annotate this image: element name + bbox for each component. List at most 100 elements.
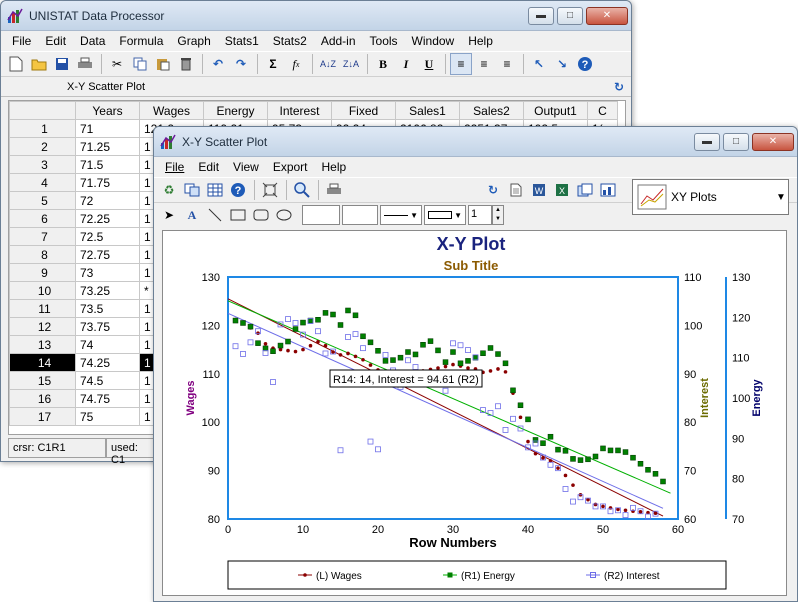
undo-icon[interactable]: ↶ (207, 53, 229, 75)
menu-help[interactable]: Help (315, 160, 354, 174)
line-width-dropdown[interactable]: ▼ (424, 205, 466, 225)
column-header[interactable]: Years (75, 101, 140, 120)
column-header[interactable]: Output1 (523, 101, 588, 120)
column-header[interactable]: Sales1 (395, 101, 460, 120)
minimize-button[interactable]: ▬ (528, 6, 554, 25)
menu-graph[interactable]: Graph (170, 34, 217, 48)
align-right-icon[interactable]: ≡ (496, 53, 518, 75)
paste-icon[interactable] (152, 53, 174, 75)
row-header[interactable]: 2 (9, 137, 76, 156)
table-cell[interactable]: 74.25 (75, 353, 140, 372)
row-header[interactable]: 8 (9, 245, 76, 264)
maximize-button[interactable]: □ (557, 6, 583, 25)
row-header[interactable]: 3 (9, 155, 76, 174)
menu-tools[interactable]: Tools (363, 34, 405, 48)
column-header[interactable]: Fixed (331, 101, 396, 120)
sum-icon[interactable]: Σ (262, 53, 284, 75)
column-header[interactable]: Interest (267, 101, 332, 120)
menu-help[interactable]: Help (461, 34, 500, 48)
table-cell[interactable]: 71.5 (75, 155, 140, 174)
menu-export[interactable]: Export (266, 160, 315, 174)
menu-stats1[interactable]: Stats1 (218, 34, 266, 48)
line-tool-icon[interactable] (204, 204, 226, 226)
table-cell[interactable]: 74.5 (75, 371, 140, 390)
column-header[interactable]: Sales2 (459, 101, 524, 120)
menu-add-in[interactable]: Add-in (314, 34, 363, 48)
chart-area[interactable]: X-Y Plot Sub Title 0 10 20 30 40 50 60 80 90 100 1… (162, 230, 787, 596)
table-cell[interactable]: 71.75 (75, 173, 140, 192)
menu-file[interactable]: File (5, 34, 38, 48)
row-header[interactable]: 12 (9, 317, 76, 336)
cut-icon[interactable]: ✂ (106, 53, 128, 75)
underline-icon[interactable]: U (418, 53, 440, 75)
rectangle-tool-icon[interactable] (227, 204, 249, 226)
data-processor-titlebar[interactable]: UNISTAT Data Processor ▬ □ ✕ (1, 1, 631, 31)
zoom-icon[interactable] (291, 179, 313, 201)
help-icon[interactable]: ? (574, 53, 596, 75)
redo-icon[interactable]: ↷ (230, 53, 252, 75)
italic-icon[interactable]: I (395, 53, 417, 75)
arrow-down-right-icon[interactable]: ↘ (551, 53, 573, 75)
menu-view[interactable]: View (226, 160, 266, 174)
menu-edit[interactable]: Edit (191, 160, 226, 174)
copy-icon[interactable] (129, 53, 151, 75)
row-header[interactable]: 11 (9, 299, 76, 318)
print-icon[interactable] (323, 179, 345, 201)
row-header[interactable]: 16 (9, 389, 76, 408)
spin-buttons[interactable]: ▲ ▼ (492, 205, 504, 225)
print-icon[interactable] (74, 53, 96, 75)
export-word-icon[interactable]: W (528, 179, 550, 201)
row-header[interactable]: 1 (9, 119, 76, 138)
export-image-icon[interactable] (574, 179, 596, 201)
table-cell[interactable]: 73 (75, 263, 140, 282)
xy-scatter-chart[interactable]: X-Y Plot Sub Title 0 10 20 30 40 50 6080901001… (163, 231, 786, 595)
arrow-up-left-icon[interactable]: ↖ (528, 53, 550, 75)
row-header[interactable]: 4 (9, 173, 76, 192)
menu-window[interactable]: Window (405, 34, 462, 48)
column-header[interactable]: Energy (203, 101, 268, 120)
fill-color-box[interactable] (302, 205, 340, 225)
rounded-rectangle-tool-icon[interactable] (250, 204, 272, 226)
export-text-icon[interactable] (505, 179, 527, 201)
row-header[interactable]: 10 (9, 281, 76, 300)
close-button[interactable]: ✕ (586, 6, 628, 25)
plot-type-select[interactable]: XY Plots ▼ (632, 179, 789, 215)
column-header[interactable]: Wages (139, 101, 204, 120)
align-left-icon[interactable]: ≡ (450, 53, 472, 75)
line-style-dropdown[interactable]: ▼ (380, 205, 422, 225)
table-cell[interactable]: 75 (75, 407, 140, 426)
help-icon[interactable]: ? (227, 179, 249, 201)
table-cell[interactable]: 72 (75, 191, 140, 210)
refresh-icon[interactable]: ↻ (608, 76, 630, 98)
row-header[interactable]: 9 (9, 263, 76, 282)
table-cell[interactable]: 74.75 (75, 389, 140, 408)
redraw-icon[interactable]: ↻ (482, 179, 504, 201)
spin-input[interactable]: 1 (468, 205, 492, 225)
align-center-icon[interactable]: ≡ (473, 53, 495, 75)
corner-cell[interactable] (9, 101, 76, 120)
pointer-icon[interactable]: ➤ (158, 204, 180, 226)
function-icon[interactable]: fx (285, 53, 307, 75)
copy-chart-icon[interactable] (181, 179, 203, 201)
minimize-button[interactable]: ▬ (694, 132, 720, 151)
table-cell[interactable]: 72.25 (75, 209, 140, 228)
text-tool-icon[interactable]: A (181, 204, 203, 226)
scatter-plot-titlebar[interactable]: X-Y Scatter Plot ▬ □ ✕ (154, 127, 797, 157)
export-chart-icon[interactable] (597, 179, 619, 201)
delete-icon[interactable] (175, 53, 197, 75)
ellipse-tool-icon[interactable] (273, 204, 295, 226)
new-file-icon[interactable] (5, 53, 27, 75)
maximize-button[interactable]: □ (723, 132, 749, 151)
chevron-down-icon[interactable]: ▼ (774, 192, 788, 203)
table-cell[interactable]: 72.75 (75, 245, 140, 264)
row-header[interactable]: 5 (9, 191, 76, 210)
open-folder-icon[interactable] (28, 53, 50, 75)
column-header[interactable]: C (587, 101, 618, 120)
export-excel-icon[interactable]: X (551, 179, 573, 201)
bold-icon[interactable]: B (372, 53, 394, 75)
table-cell[interactable]: 72.5 (75, 227, 140, 246)
refresh-data-icon[interactable]: ♻ (158, 179, 180, 201)
table-icon[interactable] (204, 179, 226, 201)
sort-descending-icon[interactable]: Z↓A (340, 53, 362, 75)
row-header[interactable]: 15 (9, 371, 76, 390)
